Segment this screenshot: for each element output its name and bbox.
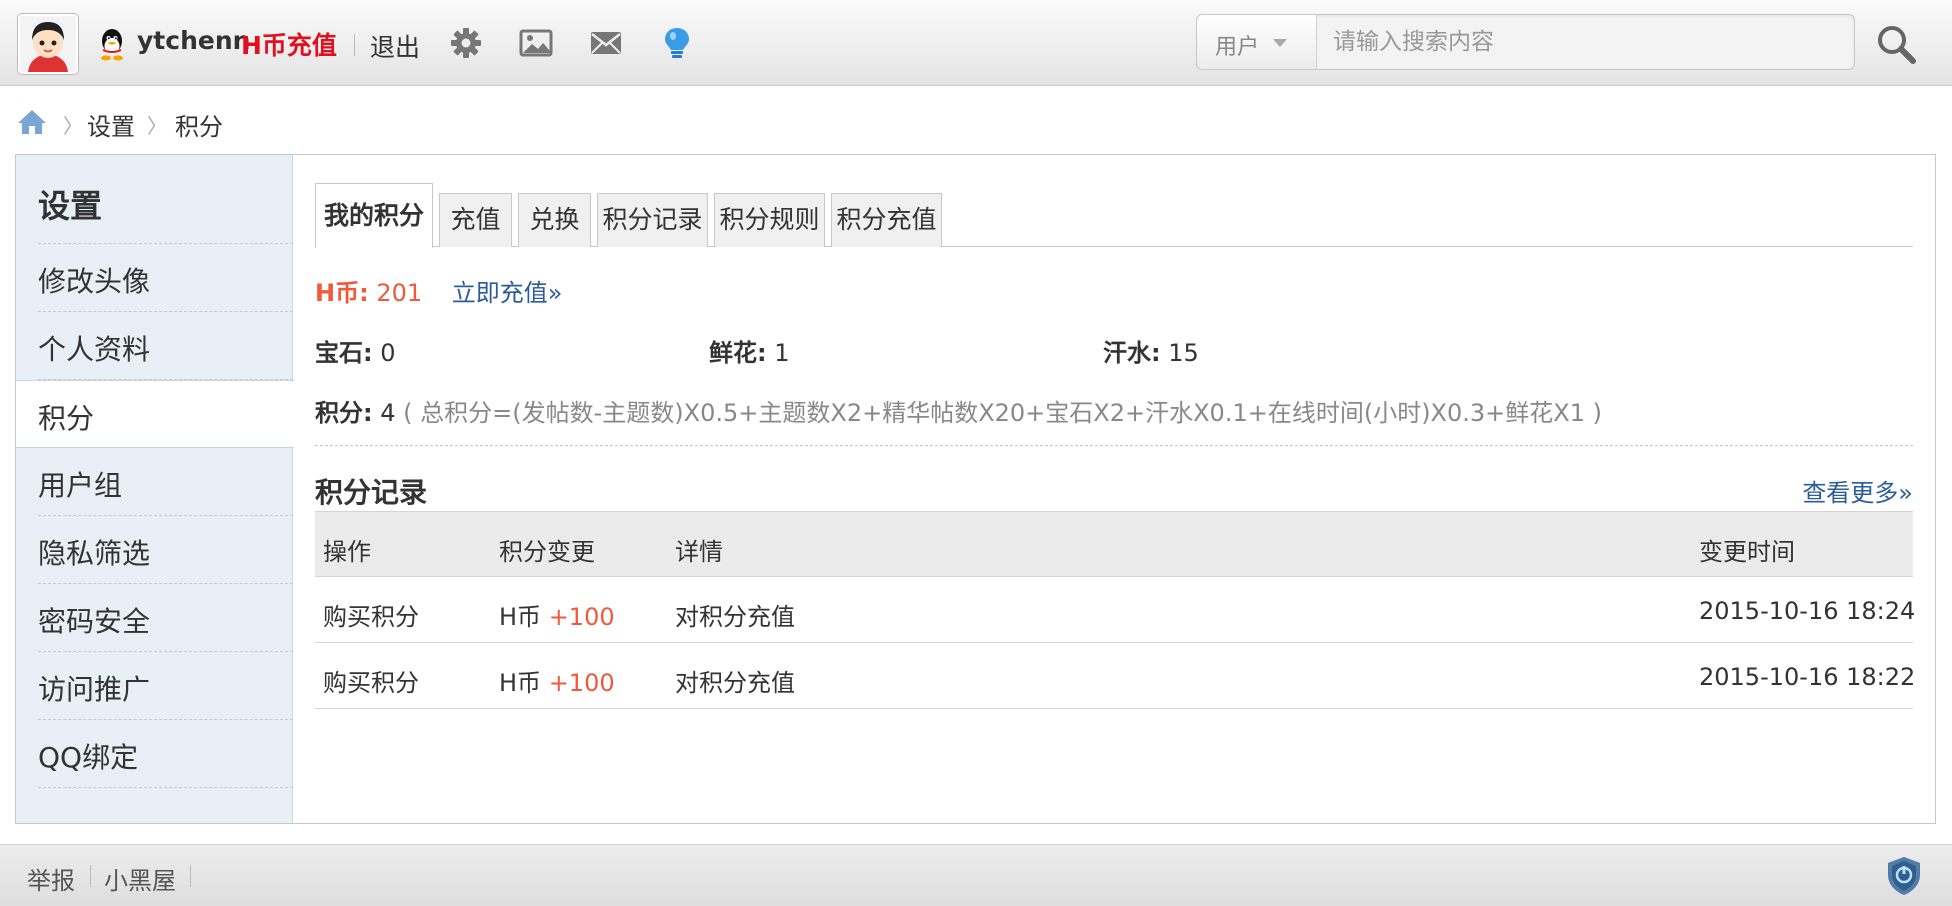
breadcrumb-separator: 〉 xyxy=(63,114,83,138)
stat-flower-value: 1 xyxy=(774,339,790,367)
tab-score-rules[interactable]: 积分规则 xyxy=(714,193,825,247)
sidebar: 设置 修改头像 个人资料 积分 用户组 隐私筛选 密码安全 访问推广 QQ绑定 xyxy=(16,155,294,823)
hcoin-label: H币: xyxy=(315,279,369,307)
hcoin-value: 201 xyxy=(376,279,423,307)
breadcrumb-separator: 〉 xyxy=(147,114,167,138)
sidebar-item-label: 个人资料 xyxy=(38,333,151,366)
sidebar-item-profile[interactable]: 个人资料 xyxy=(16,312,293,380)
hcoin-recharge-link[interactable]: H币充值 xyxy=(241,26,337,62)
home-icon[interactable] xyxy=(16,108,48,136)
main-panel: 设置 修改头像 个人资料 积分 用户组 隐私筛选 密码安全 访问推广 QQ绑定 … xyxy=(15,154,1936,824)
bulb-icon[interactable] xyxy=(660,26,694,60)
column-header: 变更时间 xyxy=(1699,538,1795,566)
footer-link-report[interactable]: 举报 xyxy=(27,861,75,896)
score-value: 4 xyxy=(380,399,396,427)
qq-icon xyxy=(101,29,123,61)
divider xyxy=(315,445,1913,446)
breadcrumb-item-settings[interactable]: 设置 xyxy=(87,107,135,142)
sidebar-item-promotion[interactable]: 访问推广 xyxy=(16,652,293,720)
records-title: 积分记录 xyxy=(315,476,428,509)
cell-change-amount: +100 xyxy=(548,603,615,631)
mail-icon[interactable] xyxy=(589,26,623,60)
column-header: 积分变更 xyxy=(499,538,595,566)
sidebar-item-score[interactable]: 积分 xyxy=(16,380,294,448)
cell-currency: H币 xyxy=(499,603,542,631)
stat-sweat-value: 15 xyxy=(1168,339,1199,367)
cell-action: 购买积分 xyxy=(323,603,419,631)
search-box: 用户 xyxy=(1196,14,1855,70)
tab-my-score[interactable]: 我的积分 xyxy=(315,183,433,248)
hcoin-row: H币: 201 立即充值» xyxy=(315,273,562,308)
breadcrumb-item-score: 积分 xyxy=(175,113,223,141)
sidebar-item-usergroup[interactable]: 用户组 xyxy=(16,448,293,516)
search-type-select[interactable]: 用户 xyxy=(1197,15,1317,69)
avatar-icon xyxy=(20,16,76,72)
username[interactable]: ytchenn xyxy=(137,26,250,55)
cell-detail: 对积分充值 xyxy=(675,669,795,697)
stat-flower: 鲜花: 1 xyxy=(709,333,790,368)
cell-change: H币 +100 xyxy=(499,663,615,698)
tab-recharge[interactable]: 充值 xyxy=(439,193,512,247)
sidebar-item-label: 隐私筛选 xyxy=(38,537,151,570)
sidebar-item-avatar[interactable]: 修改头像 xyxy=(16,244,293,312)
recharge-now-link[interactable]: 立即充值» xyxy=(452,279,563,307)
sidebar-item-label: 访问推广 xyxy=(38,673,151,706)
top-bar: ytchenn H币充值 退出 用户 xyxy=(0,0,1952,86)
footer-link-blackroom[interactable]: 小黑屋 xyxy=(104,861,176,896)
column-header: 操作 xyxy=(323,538,371,566)
tab-bar: 我的积分 充值 兑换 积分记录 积分规则 积分充值 xyxy=(315,183,1913,248)
search-type-label: 用户 xyxy=(1215,35,1260,60)
cell-currency: H币 xyxy=(499,669,542,697)
sidebar-item-label: 修改头像 xyxy=(38,265,151,298)
sidebar-item-password[interactable]: 密码安全 xyxy=(16,584,293,652)
cell-detail: 对积分充值 xyxy=(675,603,795,631)
footer: 举报 小黑屋 xyxy=(0,844,1952,906)
sidebar-item-qq-binding[interactable]: QQ绑定 xyxy=(16,720,293,788)
divider xyxy=(90,865,91,887)
score-label: 积分: xyxy=(315,399,373,427)
sidebar-title: 设置 xyxy=(38,187,103,225)
stat-gem-label: 宝石: xyxy=(315,339,373,367)
table-header: 操作 积分变更 详情 变更时间 xyxy=(315,511,1913,577)
cell-action: 购买积分 xyxy=(323,669,419,697)
sidebar-item-label: 密码安全 xyxy=(38,605,151,638)
tab-score-recharge[interactable]: 积分充值 xyxy=(831,193,942,247)
score-formula: ( 总积分=(发帖数-主题数)X0.5+主题数X2+精华帖数X20+宝石X2+汗… xyxy=(403,399,1602,427)
search-input[interactable] xyxy=(1323,21,1843,63)
avatar[interactable] xyxy=(18,14,78,74)
divider xyxy=(190,865,191,887)
sidebar-item-label: QQ绑定 xyxy=(38,741,139,774)
sidebar-item-label: 用户组 xyxy=(38,469,123,502)
logout-link[interactable]: 退出 xyxy=(370,28,420,64)
stat-sweat-label: 汗水: xyxy=(1103,339,1161,367)
table-row: 购买积分 H币 +100 对积分充值 2015-10-16 18:24 xyxy=(315,577,1916,643)
caret-down-icon xyxy=(1273,39,1287,47)
cell-change: H币 +100 xyxy=(499,597,615,632)
cell-time: 2015-10-16 18:22 xyxy=(1699,663,1916,691)
search-icon[interactable] xyxy=(1874,22,1918,66)
stat-gem-value: 0 xyxy=(380,339,396,367)
view-more-link[interactable]: 查看更多» xyxy=(1802,473,1913,508)
stat-gem: 宝石: 0 xyxy=(315,333,396,368)
security-badge-icon[interactable] xyxy=(1884,855,1924,897)
tab-exchange[interactable]: 兑换 xyxy=(518,193,591,247)
table-row: 购买积分 H币 +100 对积分充值 2015-10-16 18:22 xyxy=(315,643,1916,709)
sidebar-item-privacy[interactable]: 隐私筛选 xyxy=(16,516,293,584)
column-header: 详情 xyxy=(675,538,723,566)
divider xyxy=(354,34,355,56)
cell-time: 2015-10-16 18:24 xyxy=(1699,597,1916,625)
score-row: 积分: 4 ( 总积分=(发帖数-主题数)X0.5+主题数X2+精华帖数X20+… xyxy=(315,393,1602,428)
stat-flower-label: 鲜花: xyxy=(709,339,767,367)
content-area: 我的积分 充值 兑换 积分记录 积分规则 积分充值 H币: 201 立即充值» … xyxy=(293,155,1935,823)
stat-sweat: 汗水: 15 xyxy=(1103,333,1199,368)
image-icon[interactable] xyxy=(519,26,553,60)
sidebar-item-label: 积分 xyxy=(38,402,95,435)
cell-change-amount: +100 xyxy=(548,669,615,697)
settings-icon[interactable] xyxy=(449,26,483,60)
tab-score-records[interactable]: 积分记录 xyxy=(597,193,708,247)
